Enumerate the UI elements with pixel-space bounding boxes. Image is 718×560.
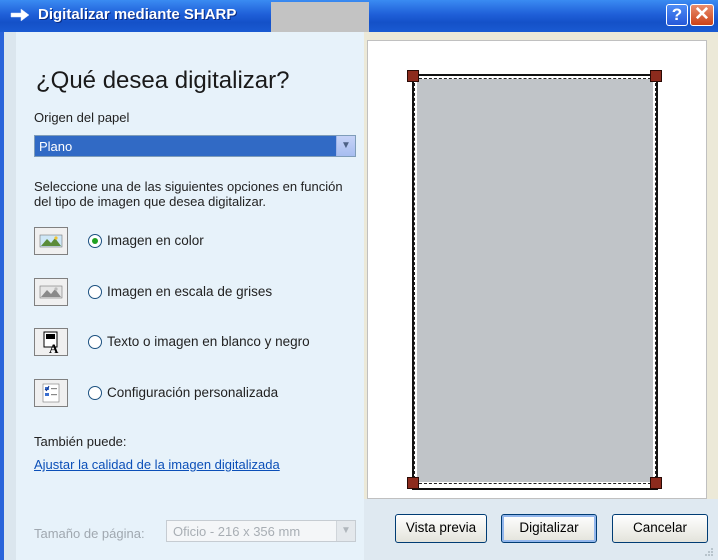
custom-settings-radio[interactable] (88, 386, 102, 400)
crop-handle-top-left[interactable] (407, 70, 419, 82)
chevron-down-icon[interactable]: ▼ (336, 136, 355, 156)
window-border (0, 32, 4, 560)
grayscale-image-radio[interactable] (88, 285, 102, 299)
page-size-label: Tamaño de página: (34, 526, 145, 541)
crop-selection[interactable] (414, 78, 656, 484)
cancel-button[interactable]: Cancelar (612, 514, 708, 543)
page-size-select: Oficio - 216 x 356 mm ▼ (166, 520, 356, 542)
grayscale-image-label[interactable]: Imagen en escala de grises (107, 284, 272, 299)
redacted-title-region (271, 2, 369, 32)
chevron-down-icon: ▼ (336, 521, 355, 541)
color-image-label[interactable]: Imagen en color (107, 233, 204, 248)
crop-handle-top-right[interactable] (650, 70, 662, 82)
color-picture-icon[interactable] (34, 227, 68, 255)
title-bar[interactable]: Digitalizar mediante SHARP ? ✕ (0, 0, 718, 32)
adjust-quality-link[interactable]: Ajustar la calidad de la imagen digitali… (34, 457, 280, 472)
custom-settings-label[interactable]: Configuración personalizada (107, 385, 278, 400)
also-label: También puede: (34, 434, 127, 449)
black-white-text-radio[interactable] (88, 335, 102, 349)
origin-label: Origen del papel (34, 110, 130, 125)
color-image-radio[interactable] (88, 234, 102, 248)
paper-source-select[interactable]: Plano ▼ (34, 135, 356, 157)
scan-button[interactable]: Digitalizar (501, 514, 597, 543)
preview-button[interactable]: Vista previa (395, 514, 487, 543)
help-button[interactable]: ? (666, 4, 688, 26)
window-title: Digitalizar mediante SHARP (38, 6, 237, 23)
close-button[interactable]: ✕ (690, 4, 714, 26)
svg-text:A: A (49, 341, 59, 355)
black-white-text-label[interactable]: Texto o imagen en blanco y negro (107, 334, 310, 349)
options-description: Seleccione una de las siguientes opcione… (34, 179, 343, 209)
crop-handle-bottom-right[interactable] (650, 477, 662, 489)
grayscale-picture-icon[interactable] (34, 278, 68, 306)
page-heading: ¿Qué desea digitalizar? (36, 67, 290, 94)
black-white-text-icon[interactable]: A (34, 328, 68, 356)
scanner-arrow-icon (10, 8, 30, 22)
paper-source-value: Plano (39, 139, 73, 154)
resize-grip-icon[interactable] (704, 547, 714, 557)
crop-handle-bottom-left[interactable] (407, 477, 419, 489)
page-size-value: Oficio - 216 x 356 mm (173, 524, 301, 539)
custom-settings-icon[interactable] (34, 379, 68, 407)
